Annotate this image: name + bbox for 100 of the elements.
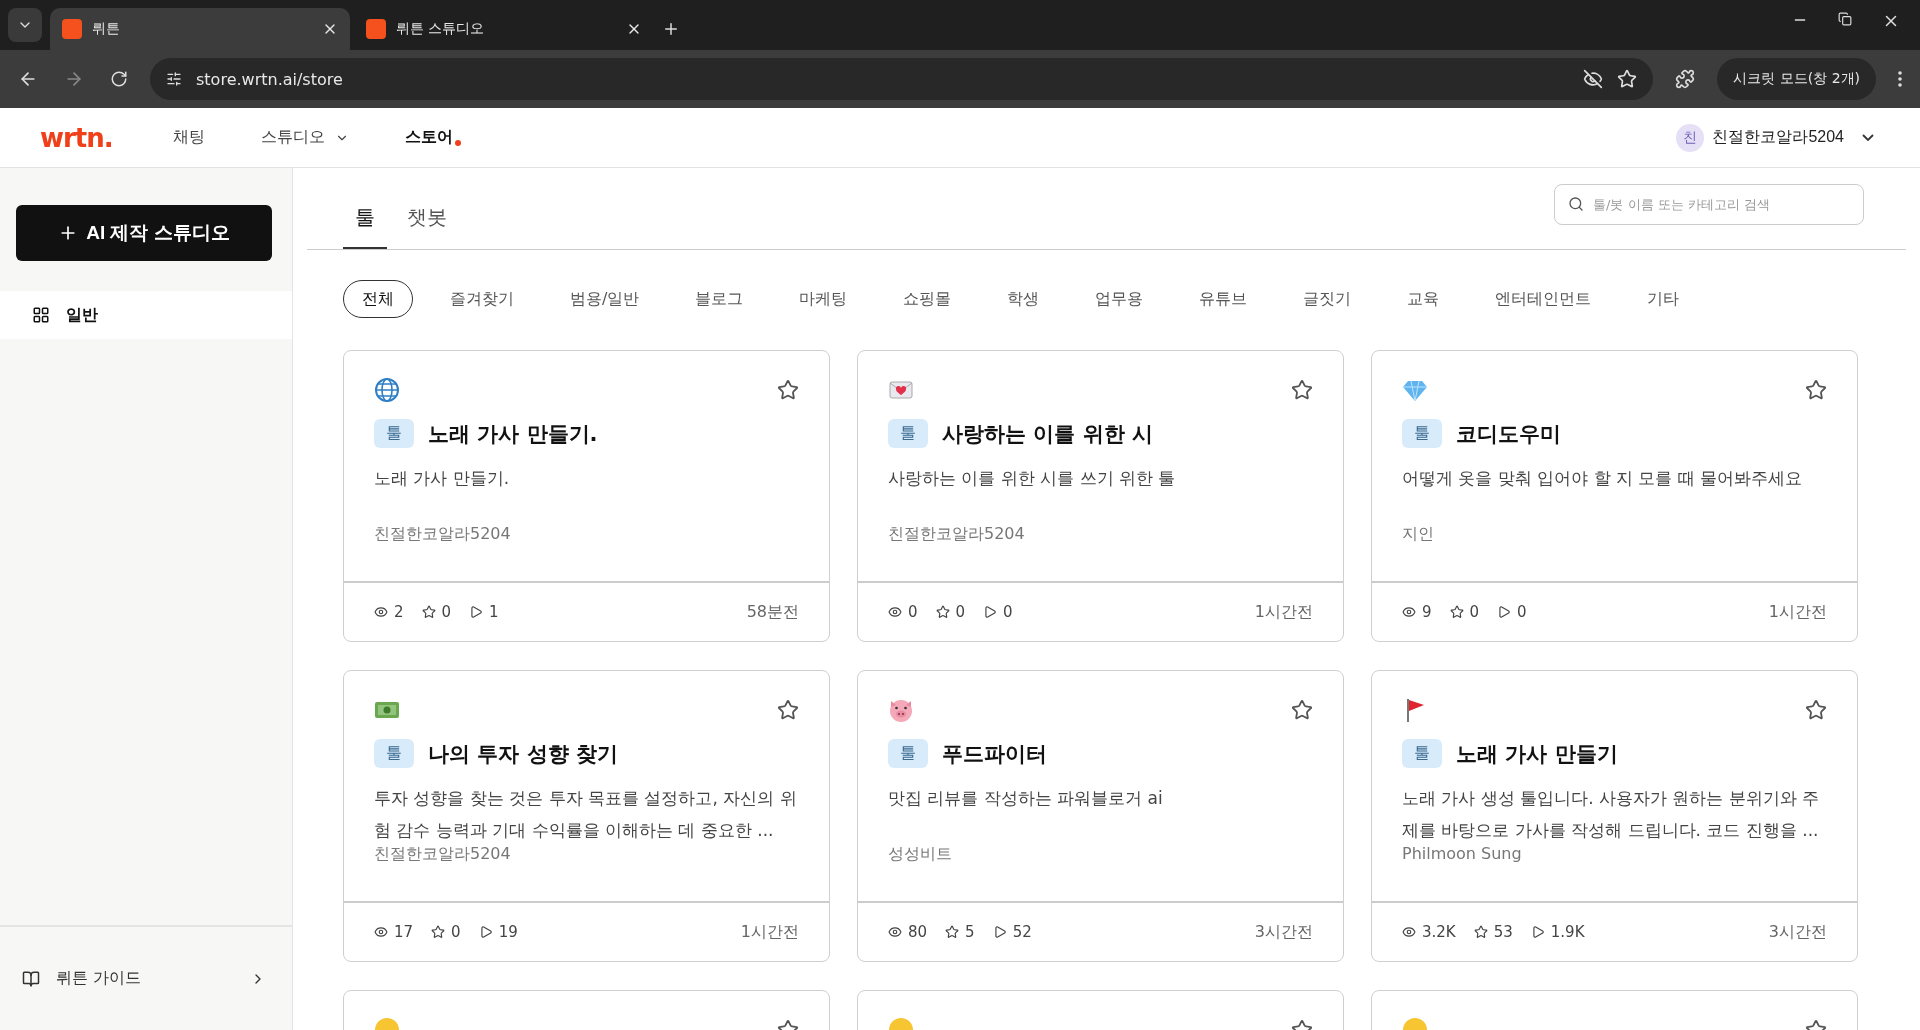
- view-count: 17: [374, 923, 414, 941]
- star-count: 0: [431, 923, 461, 941]
- tab[interactable]: 챗봇: [395, 194, 459, 249]
- card-title: 코디도우미: [1456, 420, 1561, 448]
- star-count: 0: [935, 603, 966, 621]
- browser-tab[interactable]: 뤼튼: [50, 8, 350, 50]
- favicon-icon: [366, 19, 386, 39]
- category-chip[interactable]: 범용/일반: [551, 280, 659, 318]
- time-ago: 1시간전: [1768, 601, 1827, 623]
- star-icon: [421, 605, 436, 619]
- favorite-star-icon[interactable]: [777, 699, 799, 721]
- tool-card[interactable]: 툴 코디도우미 어떻게 옷을 맞춰 입어야 할 지 모를 때 물어봐주세요 지인 9 0 0 1시간전: [1371, 350, 1858, 642]
- eye-icon: [888, 605, 902, 619]
- category-chip[interactable]: 학생: [988, 280, 1059, 318]
- tab[interactable]: 툴: [343, 194, 387, 249]
- user-menu[interactable]: 친 친절한코알라5204: [1670, 122, 1880, 153]
- author-name: 성성비트: [888, 844, 953, 865]
- category-chip[interactable]: 교육: [1388, 280, 1459, 318]
- tool-badge: 툴: [374, 739, 414, 768]
- category-chip[interactable]: 마케팅: [780, 280, 867, 318]
- author-name: Philmoon Sung: [1402, 844, 1523, 863]
- card-description: 노래 가사 생성 툴입니다. 사용자가 원하는 분위기와 주제를 바탕으로 가사를 작성해 드립니다. 코드 진행을 ...: [1402, 787, 1821, 842]
- nav-link[interactable]: 채팅: [172, 127, 205, 148]
- address-bar[interactable]: store.wrtn.ai/store: [150, 58, 1654, 100]
- tab-list-button[interactable]: [8, 8, 42, 42]
- category-chip[interactable]: 유튜브: [1180, 280, 1267, 318]
- view-count: 80: [888, 923, 928, 941]
- tool-badge: 툴: [1402, 739, 1442, 768]
- star-count: 53: [1473, 923, 1513, 941]
- grid-icon: [32, 306, 50, 324]
- star-count: 0: [421, 603, 452, 621]
- eye-icon: [374, 925, 388, 939]
- run-count: 52: [992, 923, 1032, 941]
- bookmark-star-icon[interactable]: [1617, 69, 1638, 89]
- category-chip[interactable]: 업무용: [1076, 280, 1163, 318]
- card-description: 어떻게 옷을 맞춰 입어야 할 지 모를 때 물어봐주세요: [1402, 467, 1804, 490]
- time-ago: 58분전: [746, 601, 799, 623]
- favorite-star-icon[interactable]: [1805, 699, 1827, 721]
- favorite-star-icon[interactable]: [1291, 379, 1313, 401]
- search-field[interactable]: 툴/봇 이름 또는 카테고리 검색: [1554, 184, 1864, 225]
- card-title: 사랑하는 이를 위한 시: [942, 420, 1153, 448]
- card-title: 푸드파이터: [942, 740, 1047, 768]
- nav-link[interactable]: 스튜디오: [260, 127, 349, 148]
- nav-link[interactable]: 스토어: [404, 127, 453, 148]
- category-chip[interactable]: 블로그: [676, 280, 763, 318]
- category-chip[interactable]: 즐겨찾기: [431, 280, 533, 318]
- guide-link[interactable]: 뤼튼 가이드: [0, 925, 292, 1030]
- card-title: 노래 가사 만들기.: [428, 420, 598, 448]
- eye-icon: [888, 925, 902, 939]
- star-count: 5: [945, 923, 975, 941]
- category-chip[interactable]: 글짓기: [1284, 280, 1371, 318]
- globe-icon: [374, 377, 400, 403]
- view-count: 3.2K: [1402, 923, 1456, 941]
- category-chip[interactable]: 엔터테인먼트: [1476, 280, 1611, 318]
- active-dot: [454, 140, 461, 146]
- category-chip[interactable]: 쇼핑몰: [884, 280, 971, 318]
- run-count: 1: [469, 603, 499, 621]
- eye-off-icon[interactable]: [1583, 69, 1604, 89]
- card-title: 노래 가사 만들기: [1456, 740, 1618, 768]
- restore-icon[interactable]: [1838, 12, 1852, 26]
- play-icon: [1497, 605, 1512, 619]
- tool-card[interactable]: 툴 사랑하는 이를 위한 시 사랑하는 이를 위한 시를 쓰기 위한 툴 친절한코알라5204 0 0 0 1시간전: [857, 350, 1344, 642]
- favorite-star-icon[interactable]: [1291, 699, 1313, 721]
- tool-card[interactable]: 툴 푸드파이터 맛집 리뷰를 작성하는 파워블로거 ai 성성비트 80 5 52 3시간전: [857, 670, 1344, 962]
- favorite-star-icon[interactable]: [777, 379, 799, 401]
- tool-card[interactable]: 툴 노래 가사 만들기. 노래 가사 만들기. 친절한코알라5204 2 0 1 58분전: [343, 350, 830, 642]
- play-icon: [1530, 925, 1545, 939]
- tool-card[interactable]: 툴 노래 가사 만들기 노래 가사 생성 툴입니다. 사용자가 원하는 분위기와 주제를 바탕으로 가사를 작성해 드립니다. 코드 진행을 ... Philmoon Sung 3.2K 53 1.9K 3시간전: [1371, 670, 1858, 962]
- browser-tab[interactable]: 뤼튼 스튜디오: [354, 8, 654, 50]
- pig-face-icon: [888, 697, 914, 723]
- star-icon: [431, 925, 446, 939]
- favorite-star-icon[interactable]: [1805, 379, 1827, 401]
- time-ago: 1시간전: [740, 921, 799, 943]
- author-name: 친절한코알라5204: [374, 524, 512, 545]
- eye-icon: [374, 605, 388, 619]
- site-settings-icon[interactable]: [166, 71, 182, 87]
- time-ago: 3시간전: [1768, 921, 1827, 943]
- view-count: 9: [1402, 603, 1432, 621]
- run-count: 0: [1497, 603, 1527, 621]
- card-description: 노래 가사 만들기.: [374, 467, 511, 490]
- run-count: 1.9K: [1530, 923, 1585, 941]
- card-title: 나의 투자 성향 찾기: [428, 740, 618, 768]
- play-icon: [469, 605, 484, 619]
- puzzle-icon: [1675, 69, 1696, 89]
- eye-icon: [1402, 925, 1416, 939]
- card-description: 사랑하는 이를 위한 시를 쓰기 위한 툴: [888, 467, 1177, 490]
- star-icon: [935, 605, 950, 619]
- sidebar-item[interactable]: 일반: [0, 291, 292, 339]
- tool-badge: 툴: [888, 739, 928, 768]
- tool-card[interactable]: 툴 나의 투자 성향 찾기 투자 성향을 찾는 것은 투자 목표를 설정하고, 자신의 위험 감수 능력과 기대 수익률을 이해하는 데 중요한 ... 친절한코알라5204 17 0 19 1시간전: [343, 670, 830, 962]
- run-count: 0: [983, 603, 1013, 621]
- time-ago: 3시간전: [1254, 921, 1313, 943]
- category-chip[interactable]: 기타: [1628, 280, 1699, 318]
- card-description: 맛집 리뷰를 작성하는 파워블로거 ai: [888, 787, 1164, 810]
- card-description: 투자 성향을 찾는 것은 투자 목표를 설정하고, 자신의 위험 감수 능력과 기대 수익률을 이해하는 데 중요한 ...: [374, 787, 798, 842]
- time-ago: 1시간전: [1254, 601, 1313, 623]
- incognito-chip[interactable]: 시크릿 모드(창 2개): [1717, 58, 1876, 100]
- create-studio-button[interactable]: AI 제작 스튜디오: [16, 205, 272, 261]
- logo[interactable]: wrtn.: [40, 122, 113, 153]
- author-name: 친절한코알라5204: [374, 844, 512, 865]
